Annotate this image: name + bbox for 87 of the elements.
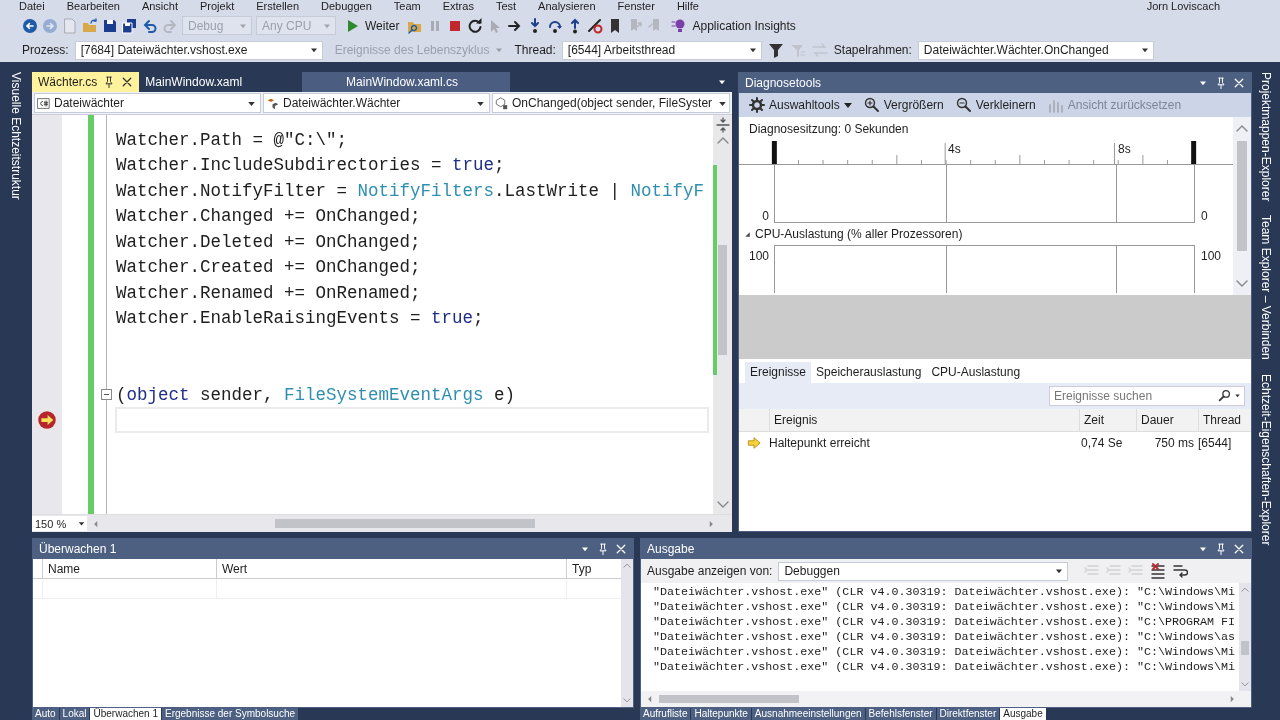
zoom-in-button[interactable]: Vergrößern (859, 96, 948, 114)
process-dropdown[interactable]: [7684] Dateiwächter.vshost.exe (74, 40, 323, 60)
panel-tab[interactable]: Ausgabe (1000, 708, 1046, 720)
panel-title: Ausgabe (647, 542, 695, 556)
application-insights-button[interactable]: Application Insights (667, 16, 800, 35)
panel-tab[interactable]: Überwachen 1 (90, 708, 161, 720)
select-tools-button[interactable]: Auswahltools (745, 96, 856, 114)
panel-tab[interactable]: Auto (32, 708, 59, 720)
time-label: 8s (1118, 142, 1131, 156)
code-line: Watcher.NotifyFilter = NotifyFilters.LastWrite | NotifyF (115, 180, 705, 201)
table-cell-text: Haltepunkt erreicht (769, 436, 871, 450)
process-label: Prozess: (22, 43, 69, 57)
code-line: Watcher.Created += OnChanged; (115, 257, 421, 278)
axis-label: 100 (747, 248, 770, 265)
menu-item[interactable]: Fenster (606, 0, 666, 13)
side-tab[interactable]: Visuelle Echtzeitstruktur (9, 72, 23, 200)
output-line: "Dateiwächter.vshost.exe" (CLR v4.0.30319: Dateiwächter.vshost.exe): "C:\Windows\Mi (653, 600, 1237, 615)
code-line: Watcher.Renamed += OnRenamed; (115, 282, 421, 303)
panel-title: Überwachen 1 (39, 542, 117, 556)
tab[interactable]: Ereignisse (745, 362, 812, 383)
navigation-dropdown[interactable]: OnChanged(object sender, FileSyster (491, 93, 730, 113)
column-header[interactable]: Thread (1198, 409, 1254, 431)
column-header[interactable]: Ereignis (769, 409, 1079, 431)
continue-button[interactable]: Weiter (340, 16, 404, 35)
menu-item[interactable]: Analysieren (527, 0, 607, 13)
axis-label: 0 (761, 208, 770, 223)
document-tab[interactable]: Wächter.cs (32, 72, 140, 92)
panel-tab[interactable]: Direktfenster (936, 708, 1000, 720)
zoom-dropdown[interactable]: 150 % (32, 516, 87, 531)
navigation-dropdown[interactable]: Dateiwächter.Wächter (263, 93, 490, 113)
panel-tab[interactable]: Ergebnisse der Symbolsuche (161, 708, 299, 720)
output-line: "Dateiwächter.vshost.exe" (CLR v4.0.30319: Dateiwächter.vshost.exe): "C:\Windows\as (653, 630, 1237, 645)
panel-title: Diagnosetools (745, 76, 822, 90)
navigation-dropdown[interactable]: Dateiwächter (34, 93, 261, 113)
table-cell-text: [6544] (1198, 436, 1233, 450)
column-header[interactable]: Zeit (1079, 409, 1136, 431)
panel-tab[interactable]: Lokal (59, 708, 90, 720)
axis-label: 0 (1200, 208, 1209, 223)
code-line: Watcher.Changed += OnChanged; (115, 206, 421, 227)
stack-frame-label: Stapelrahmen: (833, 43, 912, 57)
output-source-dropdown[interactable]: Debuggen (778, 561, 1069, 581)
session-duration: Diagnosesitzung: 0 Sekunden (748, 121, 910, 138)
table-cell-text: 750 ms (1153, 436, 1195, 450)
output-source-label: Ausgabe anzeigen von: (647, 564, 773, 578)
thread-dropdown[interactable]: [6544] Arbeitsthread (561, 40, 762, 60)
stack-frame-dropdown[interactable]: Dateiwächter.Wächter.OnChanged (917, 40, 1154, 60)
menu-item[interactable]: Extras (431, 0, 485, 13)
tab[interactable]: CPU-Auslastung (926, 362, 1026, 383)
panel-tab[interactable]: Ausnahmeeinstellungen (751, 708, 865, 720)
column-header[interactable]: Name (42, 559, 216, 578)
document-tab[interactable]: MainWindow.xaml.cs (302, 72, 511, 92)
user-name[interactable]: Jorn Loviscach (1146, 0, 1220, 13)
code-line: Watcher.EnableRaisingEvents = true; (115, 308, 484, 329)
column-header[interactable]: Wert (216, 559, 566, 578)
menu-item[interactable]: Hilfe (665, 0, 710, 13)
output-line: "Dateiwächter.vshost.exe" (CLR v4.0.30319: Dateiwächter.vshost.exe): "C:\Windows\Mi (653, 660, 1237, 675)
code-line: Watcher.IncludeSubdirectories = true; (115, 155, 505, 176)
output-line: "Dateiwächter.vshost.exe" (CLR v4.0.30319: Dateiwächter.vshost.exe): "C:\PROGRAM FI (653, 615, 1237, 630)
tab[interactable]: Speicherauslastung (811, 362, 927, 383)
menu-item[interactable]: Projekt (189, 0, 246, 13)
code-line: Watcher.Path = @"C:\"; (115, 129, 348, 150)
menu-item[interactable]: Test (484, 0, 528, 13)
document-tab[interactable]: MainWindow.xaml (139, 72, 303, 92)
side-tab[interactable]: Team Explorer – Verbinden (1259, 215, 1273, 361)
side-tab[interactable]: Projektmappen-Explorer (1259, 72, 1273, 202)
zoom-out-button[interactable]: Verkleinern (951, 96, 1040, 114)
panel-tab[interactable]: Aufrufliste (640, 708, 691, 720)
menu-item[interactable]: Erstellen (245, 0, 311, 13)
column-header[interactable]: Dauer (1136, 409, 1198, 431)
chart-title: CPU-Auslastung (% aller Prozessoren) (755, 227, 963, 241)
side-tab[interactable]: Echtzeit-Eigenschaften-Explorer (1259, 374, 1273, 546)
menu-item[interactable]: Datei (8, 0, 56, 13)
menu-item[interactable]: Team (382, 0, 432, 13)
code-line: (object sender, FileSystemEventArgs e) (115, 384, 516, 405)
output-line: "Dateiwächter.vshost.exe" (CLR v4.0.30319: Dateiwächter.vshost.exe): "C:\Windows\Mi (653, 585, 1237, 600)
axis-label: 100 (1200, 248, 1223, 265)
thread-label: Thread: (514, 43, 556, 57)
search-field[interactable]: Ereignisse suchen (1049, 386, 1245, 406)
panel-tab[interactable]: Befehlsfenster (865, 708, 936, 720)
menu-item[interactable]: Ansicht (130, 0, 189, 13)
table-cell-text: 0,74 Se (1080, 436, 1124, 450)
menu-item[interactable]: Bearbeiten (55, 0, 131, 13)
time-label: 4s (948, 142, 961, 156)
menu-item[interactable]: Debuggen (310, 0, 383, 13)
output-line: "Dateiwächter.vshost.exe" (CLR v4.0.30319: Dateiwächter.vshost.exe): "C:\Windows\Mi (653, 645, 1237, 660)
code-line: Watcher.Deleted += OnChanged; (115, 231, 421, 252)
panel-tab[interactable]: Haltepunkte (691, 708, 751, 720)
